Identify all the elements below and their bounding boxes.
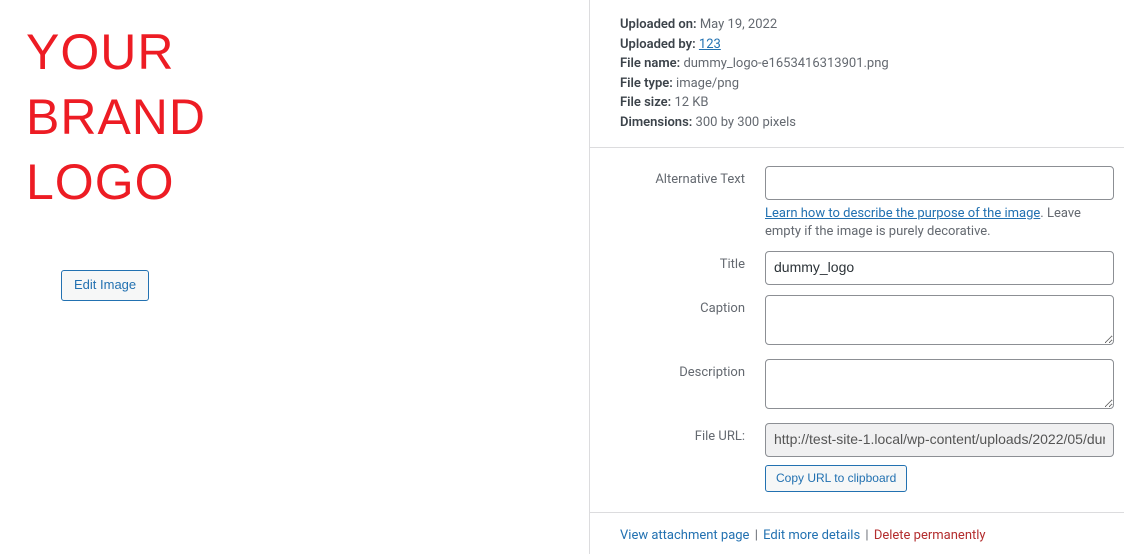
file-type-label: File type: [620, 76, 673, 91]
file-size-value: 12 KB [674, 95, 708, 110]
dimensions-label: Dimensions: [620, 115, 692, 130]
title-label: Title [620, 251, 765, 272]
edit-image-button[interactable]: Edit Image [61, 270, 149, 301]
uploaded-on-label: Uploaded on: [620, 17, 697, 32]
file-name-label: File name: [620, 56, 680, 71]
copy-url-button[interactable]: Copy URL to clipboard [765, 465, 907, 492]
action-separator: | [753, 528, 760, 543]
logo-line-1: YOUR [26, 20, 589, 85]
caption-textarea[interactable] [765, 295, 1114, 345]
image-preview: YOUR BRAND LOGO [6, 0, 589, 215]
description-textarea[interactable] [765, 359, 1114, 409]
uploaded-by-label: Uploaded by: [620, 37, 696, 52]
attachment-meta: Uploaded on: May 19, 2022 Uploaded by: 1… [590, 15, 1124, 148]
logo-line-2: BRAND [26, 85, 589, 150]
edit-more-details-link[interactable]: Edit more details [763, 528, 860, 543]
file-name-value: dummy_logo-e1653416313901.png [683, 56, 888, 71]
uploaded-by-link[interactable]: 123 [699, 37, 721, 52]
file-url-label: File URL: [620, 423, 765, 444]
attachment-settings: Alternative Text Learn how to describe t… [590, 148, 1134, 492]
alt-text-label: Alternative Text [620, 166, 765, 187]
action-separator: | [863, 528, 870, 543]
caption-label: Caption [620, 295, 765, 316]
title-input[interactable] [765, 251, 1114, 285]
delete-permanently-link[interactable]: Delete permanently [874, 528, 986, 543]
file-url-input[interactable] [765, 423, 1114, 457]
media-preview-panel: YOUR BRAND LOGO Edit Image [0, 0, 590, 554]
media-details-panel: Uploaded on: May 19, 2022 Uploaded by: 1… [590, 0, 1134, 554]
description-label: Description [620, 359, 765, 380]
file-type-value: image/png [676, 76, 739, 91]
uploaded-on-value: May 19, 2022 [700, 17, 777, 32]
attachment-actions: View attachment page | Edit more details… [590, 512, 1124, 553]
view-attachment-link[interactable]: View attachment page [620, 528, 749, 543]
logo-line-3: LOGO [26, 150, 589, 215]
alt-text-help-link[interactable]: Learn how to describe the purpose of the… [765, 206, 1040, 221]
alt-text-input[interactable] [765, 166, 1114, 200]
dimensions-value: 300 by 300 pixels [696, 115, 796, 130]
file-size-label: File size: [620, 95, 671, 110]
